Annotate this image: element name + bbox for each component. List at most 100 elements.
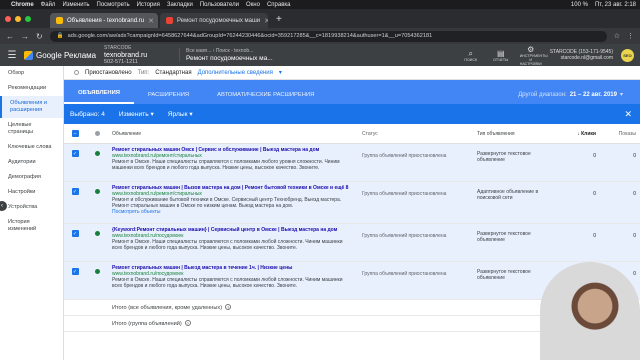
- sidebar-item-demographics[interactable]: Демография: [0, 170, 63, 185]
- ad-description: Ремонт и обслуживание бытовой техники в …: [112, 197, 342, 209]
- more-details-link[interactable]: Дополнительные сведения: [198, 70, 273, 76]
- close-tab-icon[interactable]: ✕: [264, 17, 268, 25]
- app-menu[interactable]: Chrome: [11, 2, 34, 8]
- view-assets-link[interactable]: Посмотреть объекты: [112, 209, 354, 215]
- menu-users[interactable]: Пользователи: [200, 2, 239, 8]
- ad-description: Ремонт в Омске. Наши специалисты справля…: [112, 159, 340, 171]
- forward-icon[interactable]: →: [21, 32, 29, 41]
- browser-tabstrip: Объявления - texnobrand.ru ✕ Ремонт посу…: [0, 9, 640, 28]
- tab-title: Объявления - texnobrand.ru: [67, 17, 145, 24]
- close-tab-icon[interactable]: ✕: [148, 17, 154, 25]
- wrench-icon: ⚙: [527, 44, 535, 54]
- ads-subtabs: ОБЪЯВЛЕНИЯ РАСШИРЕНИЯ АВТОМАТИЧЕСКИЕ РАС…: [64, 80, 640, 104]
- column-clicks-label: Клики: [581, 130, 596, 137]
- tab-auto-extensions[interactable]: АВТОМАТИЧЕСКИЕ РАСШИРЕНИЯ: [203, 80, 328, 104]
- google-ads-favicon-icon: [56, 17, 63, 24]
- table-row[interactable]: ✓ Ремонт стиральных машин | Вызов мастер…: [64, 182, 640, 224]
- hamburger-menu-icon[interactable]: ☰: [0, 50, 24, 61]
- ad-preview: {Keyword:Ремонт стиральных машин} | Серв…: [108, 224, 358, 254]
- bookmark-star-icon[interactable]: ☆: [614, 32, 620, 40]
- enabled-status-icon[interactable]: [94, 151, 100, 156]
- chevron-down-icon[interactable]: ▾: [279, 69, 282, 76]
- menu-edit[interactable]: Изменить: [62, 2, 89, 8]
- enabled-status-icon[interactable]: [94, 231, 100, 236]
- row-checkbox[interactable]: ✓: [71, 150, 79, 157]
- user-email: starcode.nl@gmail.com: [560, 55, 613, 61]
- sidebar-item-ads-extensions[interactable]: Объявления и расширения: [0, 96, 63, 118]
- back-icon[interactable]: ←: [6, 32, 14, 41]
- date-range-picker[interactable]: Другой диапазон: 21 – 22 авг. 2019 ▾: [504, 80, 640, 104]
- google-ads-logo[interactable]: Google Реклама: [24, 50, 104, 60]
- ad-status: Группа объявлений приостановлена: [362, 271, 447, 277]
- row-checkbox[interactable]: ✓: [71, 268, 79, 275]
- chevron-down-icon: ▾: [150, 111, 154, 118]
- clock: Пт, 23 авг. 2:18: [594, 1, 636, 8]
- menu-view[interactable]: Посмотреть: [97, 2, 130, 8]
- search-tool-button[interactable]: ⌕ ПОИСК: [460, 49, 482, 62]
- sidebar-item-change-history[interactable]: История изменений: [0, 215, 63, 237]
- select-all-checkbox[interactable]: –: [71, 130, 79, 137]
- zoom-window-button[interactable]: [25, 16, 31, 22]
- campaign-type-label: Тип:: [137, 69, 150, 76]
- close-window-button[interactable]: [5, 16, 11, 22]
- table-row[interactable]: ✓ {Keyword:Ремонт стиральных машин} | Се…: [64, 224, 640, 262]
- table-row[interactable]: ✓ Ремонт стиральных машин Омск | Сервис …: [64, 144, 640, 182]
- label-dropdown[interactable]: Ярлык ▾: [168, 110, 193, 118]
- chevron-down-icon: ▾: [189, 111, 193, 118]
- sidebar-item-landing-pages[interactable]: Целевые страницы: [0, 118, 63, 140]
- search-icon: ⌕: [468, 48, 473, 58]
- menu-window[interactable]: Окно: [246, 2, 260, 8]
- reports-tool-button[interactable]: ▤ ОТЧЕТЫ: [490, 49, 512, 62]
- ad-status: Группа объявлений приостановлена: [362, 233, 447, 239]
- webcam-overlay: [540, 262, 640, 360]
- column-clicks[interactable]: ↓ Клики: [560, 131, 600, 137]
- help-icon[interactable]: ?: [184, 320, 191, 326]
- sidebar-item-overview[interactable]: Обзор: [0, 66, 63, 81]
- row-checkbox[interactable]: ✓: [71, 230, 79, 237]
- total-label: Итого (группа объявлений): [112, 321, 182, 327]
- account-selector[interactable]: STARCODE texnobrand.ru 502-571-1211: [104, 45, 179, 66]
- row-checkbox[interactable]: ✓: [71, 188, 79, 195]
- tab-ads[interactable]: ОБЪЯВЛЕНИЯ: [64, 80, 134, 104]
- help-icon[interactable]: ?: [225, 304, 232, 310]
- url-input[interactable]: 🔒 ads.google.com/aw/ads?campaignId=645862…: [49, 30, 607, 42]
- menu-file[interactable]: Файл: [41, 2, 56, 8]
- avatar[interactable]: SEO: [621, 48, 634, 62]
- sidebar-item-keywords[interactable]: Ключевые слова: [0, 140, 63, 155]
- ad-type: Развернутое текстовое объявление: [477, 151, 531, 163]
- tab-extensions[interactable]: РАСШИРЕНИЯ: [134, 80, 203, 104]
- ad-impressions: 0: [633, 233, 636, 239]
- menu-history[interactable]: История: [137, 2, 160, 8]
- paused-status-icon: [74, 70, 79, 75]
- edit-dropdown[interactable]: Изменить ▾: [119, 110, 154, 118]
- close-selection-icon[interactable]: ✕: [624, 109, 640, 120]
- ad-preview: Ремонт стиральных машин Омск | Сервис и …: [108, 144, 358, 174]
- tool-label: ОТЧЕТЫ: [493, 57, 509, 62]
- settings-tool-button[interactable]: ⚙ ИНСТРУМЕНТЫ И НАСТРОЙКИ: [520, 44, 548, 66]
- sidebar-item-audiences[interactable]: Аудитории: [0, 155, 63, 170]
- campaign-state[interactable]: Приостановлено: [85, 70, 132, 76]
- sidebar-item-devices[interactable]: Устройства: [0, 200, 63, 215]
- new-tab-button[interactable]: +: [270, 14, 288, 28]
- reload-icon[interactable]: ↻: [36, 32, 43, 41]
- selected-count: Выбрано: 4: [70, 110, 105, 118]
- enabled-status-icon[interactable]: [94, 189, 100, 194]
- browser-menu-icon[interactable]: ⋮: [627, 32, 634, 40]
- minimize-window-button[interactable]: [15, 16, 21, 22]
- column-impressions[interactable]: Показы: [600, 131, 640, 137]
- browser-tab-ads[interactable]: Объявления - texnobrand.ru ✕: [50, 13, 158, 28]
- column-ad[interactable]: Объявление: [108, 131, 358, 137]
- menu-bookmarks[interactable]: Закладки: [167, 2, 193, 8]
- edit-label: Изменить: [118, 111, 149, 118]
- date-range-value: 21 – 22 авг. 2019: [569, 92, 617, 98]
- browser-tab-site[interactable]: Ремонт посудомоечных маши ✕: [160, 13, 268, 28]
- sidebar-item-settings[interactable]: Настройки: [0, 185, 63, 200]
- enabled-status-icon[interactable]: [94, 269, 100, 274]
- menu-help[interactable]: Справка: [267, 2, 291, 8]
- user-account[interactable]: STARCODE (153-171-9545) starcode.nl@gmail…: [550, 49, 613, 61]
- sidebar-item-recommendations[interactable]: Рекомендации: [0, 81, 63, 96]
- campaign-breadcrumb[interactable]: Все камп... › Поиск - texnob... Ремонт п…: [179, 48, 279, 62]
- column-type[interactable]: Тип объявления: [473, 131, 560, 137]
- google-ads-header: ☰ Google Реклама STARCODE texnobrand.ru …: [0, 44, 640, 66]
- column-status[interactable]: Статус: [358, 131, 473, 137]
